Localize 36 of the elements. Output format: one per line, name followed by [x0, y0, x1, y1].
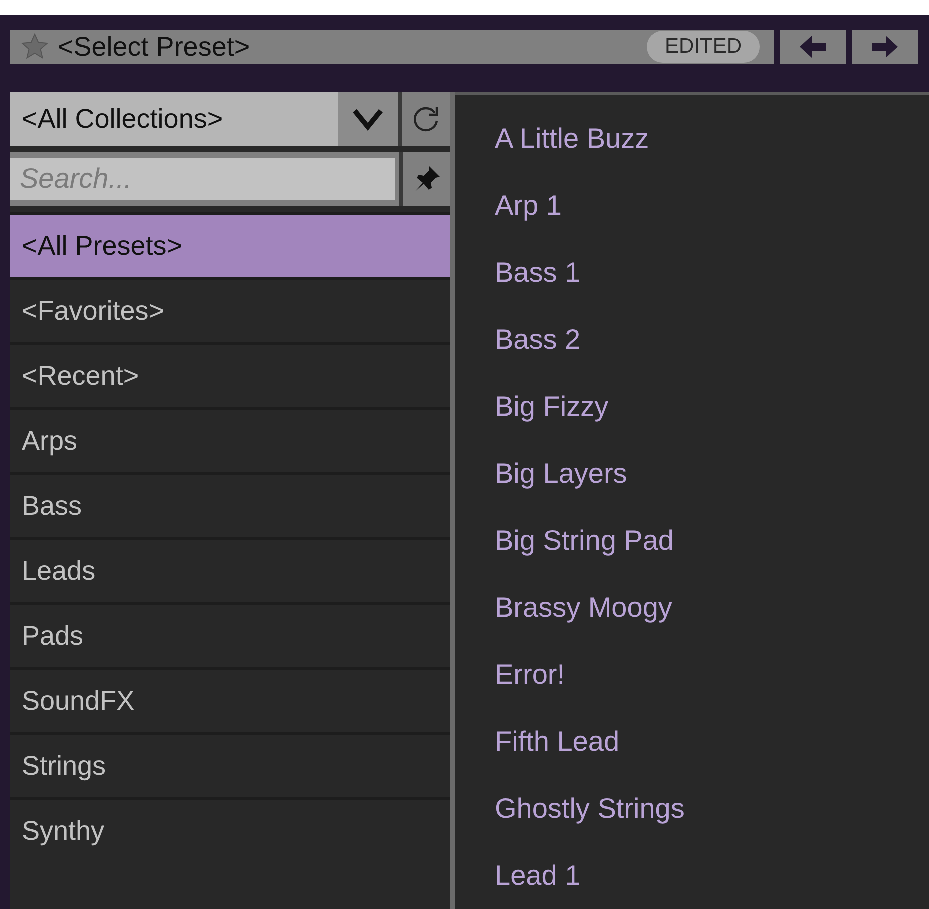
category-item[interactable]: Pads — [10, 602, 450, 667]
collections-dropdown[interactable]: <All Collections> — [10, 92, 398, 146]
category-item[interactable]: <All Presets> — [10, 212, 450, 277]
preset-item[interactable]: Bass 1 — [495, 239, 929, 306]
preset-item[interactable]: Big Fizzy — [495, 373, 929, 440]
category-item[interactable]: Strings — [10, 732, 450, 797]
preset-item[interactable]: Ghostly Strings — [495, 775, 929, 842]
star-icon[interactable] — [20, 32, 50, 62]
preset-bar[interactable]: <Select Preset> EDITED — [10, 30, 774, 64]
preset-title: <Select Preset> — [58, 32, 252, 62]
pin-button[interactable] — [399, 152, 450, 206]
preset-item[interactable]: Arp 1 — [495, 172, 929, 239]
previous-button[interactable] — [780, 30, 846, 64]
preset-item[interactable]: Lead 1 — [495, 842, 929, 909]
category-item[interactable]: Synthy — [10, 797, 450, 862]
right-arrow-icon — [870, 34, 900, 60]
category-item[interactable]: Leads — [10, 537, 450, 602]
preset-item[interactable]: Big String Pad — [495, 507, 929, 574]
edited-badge: EDITED — [646, 31, 760, 63]
preset-item[interactable]: Brassy Moogy — [495, 574, 929, 641]
category-item[interactable]: Bass — [10, 472, 450, 537]
category-item[interactable]: Arps — [10, 407, 450, 472]
category-item[interactable]: SoundFX — [10, 667, 450, 732]
preset-item[interactable]: Error! — [495, 641, 929, 708]
preset-item[interactable]: A Little Buzz — [495, 105, 929, 172]
left-arrow-icon — [798, 34, 828, 60]
preset-item[interactable]: Big Layers — [495, 440, 929, 507]
next-button[interactable] — [852, 30, 918, 64]
refresh-button[interactable] — [398, 92, 450, 146]
preset-item[interactable]: Bass 2 — [495, 306, 929, 373]
category-item[interactable]: <Favorites> — [10, 277, 450, 342]
category-item[interactable]: <Recent> — [10, 342, 450, 407]
preset-item[interactable]: Fifth Lead — [495, 708, 929, 775]
chevron-down-icon — [352, 107, 384, 131]
refresh-icon — [411, 104, 441, 134]
search-field[interactable]: Search... — [10, 158, 395, 200]
